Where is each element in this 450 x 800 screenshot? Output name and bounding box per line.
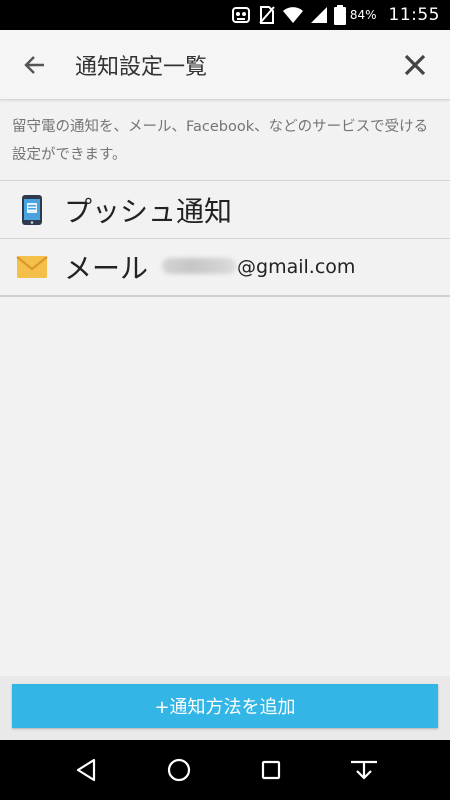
email-address: @gmail.com [162,256,355,278]
back-button[interactable] [0,30,70,100]
toolbar: 通知設定一覧 [0,30,450,100]
description-text: 留守電の通知を、メール、Facebook、などのサービスで受ける設定ができます。 [0,101,450,181]
nav-home-button[interactable] [149,740,209,800]
list-item-mail[interactable]: メール @gmail.com [0,239,450,297]
home-icon [167,758,190,782]
battery-icon [333,5,346,25]
nav-back-button[interactable] [56,740,116,800]
close-icon [404,54,426,75]
back-icon [77,758,96,782]
list-item-label: プッシュ通知 [64,194,233,228]
close-button[interactable] [380,30,450,100]
list-item-label: メール [64,252,149,285]
status-bar: 84% 11:55 [0,0,450,30]
redacted-username [162,258,237,274]
envelope-icon [0,255,64,279]
smartphone-icon [0,194,64,226]
signal-icon [310,6,328,24]
add-notification-method-button[interactable]: +通知方法を追加 [12,684,438,728]
page-title: 通知設定一覧 [75,54,208,80]
arrow-left-icon [24,55,44,74]
hide-keyboard-icon [350,760,377,780]
clock: 11:55 [388,5,440,25]
notification-icon [230,5,252,25]
navigation-bar [0,740,450,800]
no-sim-icon [258,5,276,25]
nav-recents-button[interactable] [241,740,301,800]
battery-percent: 84% [349,8,377,22]
wifi-icon [282,6,304,24]
nav-hide-keyboard-button[interactable] [334,740,394,800]
recents-icon [262,760,281,780]
list-item-push[interactable]: プッシュ通知 [0,181,450,239]
email-domain: @gmail.com [237,256,356,278]
